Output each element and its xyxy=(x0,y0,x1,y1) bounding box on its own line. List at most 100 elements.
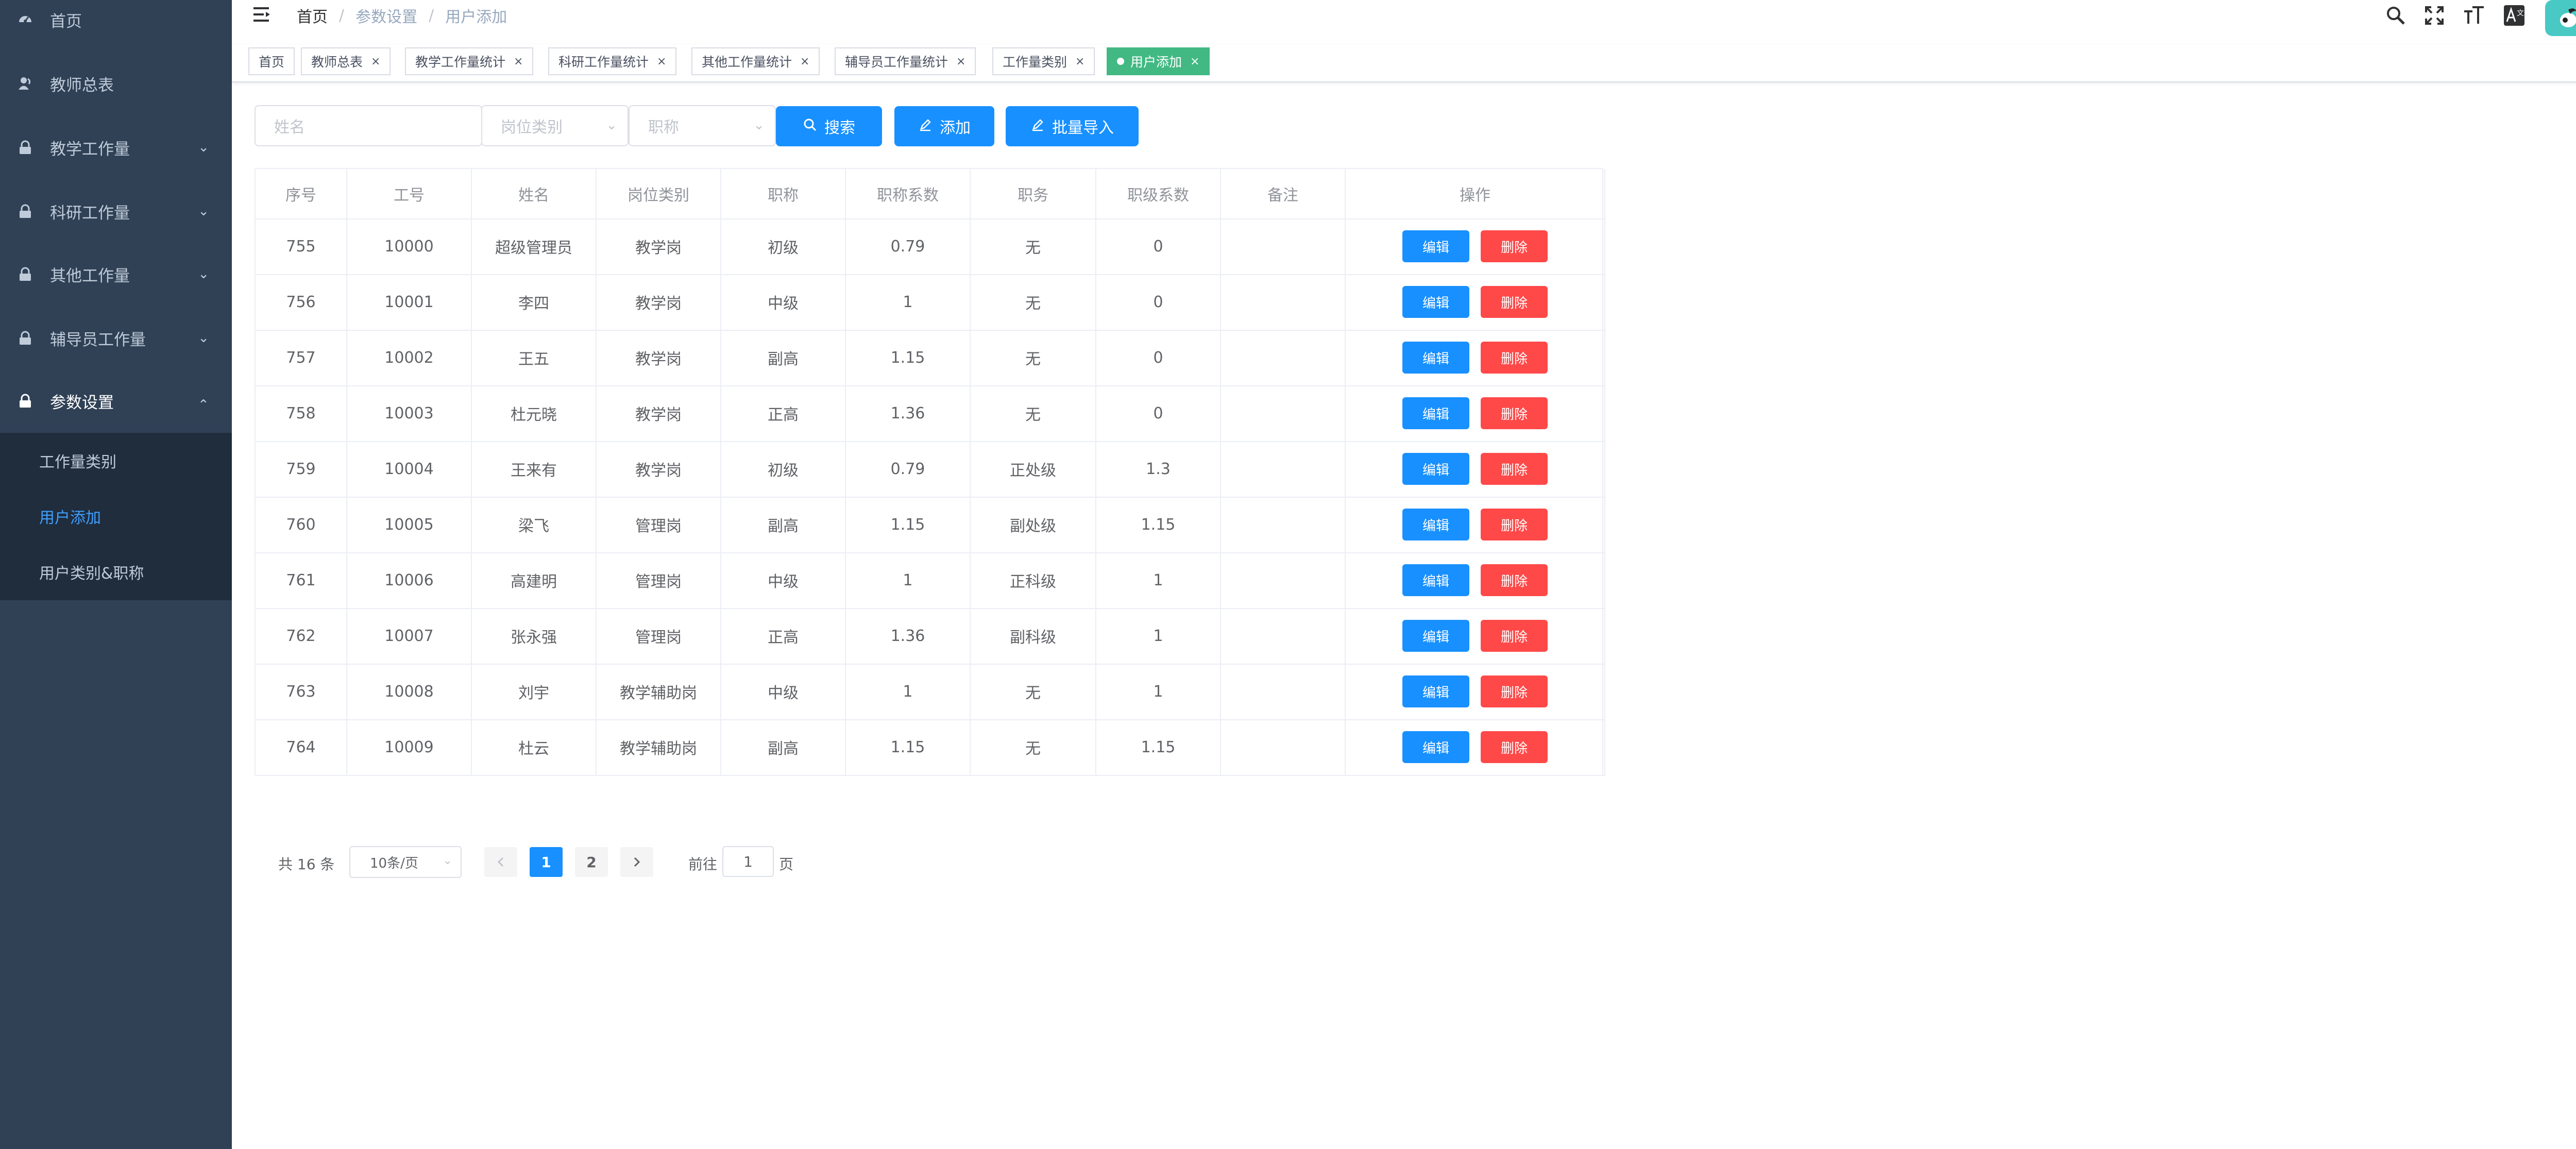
prev-page-button[interactable] xyxy=(484,847,517,877)
table-row: 759 10004 王来有 教学岗 初级 0.79 正处级 1.3 编辑 删除 xyxy=(256,441,1605,498)
sidebar-item-research-workload[interactable]: 科研工作量 ⌄ xyxy=(0,179,232,243)
batch-import-button[interactable]: 批量导入 xyxy=(1006,106,1139,146)
edit-button[interactable]: 编辑 xyxy=(1402,509,1469,540)
cell-rank-coefficient: 1.15 xyxy=(1096,719,1221,775)
avatar[interactable] xyxy=(2545,0,2576,36)
lock-icon xyxy=(17,330,33,346)
user-table: 序号 工号 姓名 岗位类别 职称 职称系数 职务 职级系数 备注 操作 755 1… xyxy=(255,168,1605,776)
tag-research-stats[interactable]: 科研工作量统计 × xyxy=(548,47,677,75)
close-icon[interactable]: × xyxy=(1190,55,1199,68)
hamburger-icon[interactable] xyxy=(252,5,273,26)
lock-icon xyxy=(17,393,33,409)
table-row: 762 10007 张永强 管理岗 正高 1.36 副科级 1 编辑 删除 xyxy=(256,608,1605,665)
tag-teacher-table[interactable]: 教师总表 × xyxy=(301,47,391,75)
breadcrumb-item-home[interactable]: 首页 xyxy=(297,4,328,27)
add-button[interactable]: 添加 xyxy=(894,106,994,146)
edit-button[interactable]: 编辑 xyxy=(1402,453,1469,485)
page-button-1[interactable]: 1 xyxy=(530,847,563,877)
close-icon[interactable]: × xyxy=(956,55,965,68)
cell-post: 正处级 xyxy=(971,441,1096,497)
cell-rank-coefficient: 0 xyxy=(1096,330,1221,385)
tag-workload-category[interactable]: 工作量类别 × xyxy=(992,47,1095,75)
cell-rank-coefficient: 1 xyxy=(1096,664,1221,719)
tag-counselor-stats[interactable]: 辅导员工作量统计 × xyxy=(835,47,976,75)
delete-button[interactable]: 删除 xyxy=(1481,564,1548,596)
goto-unit-label: 页 xyxy=(779,856,794,873)
language-icon[interactable]: 文 xyxy=(2503,4,2526,27)
cell-remark xyxy=(1221,497,1346,552)
page-button-2[interactable]: 2 xyxy=(575,847,608,877)
page-size-select[interactable]: 10条/页 ⌄ xyxy=(349,846,462,878)
close-icon[interactable]: × xyxy=(514,55,523,68)
sidebar-item-parameter-settings[interactable]: 参数设置 ⌄ xyxy=(0,369,232,433)
cell-name: 王来有 xyxy=(472,441,597,497)
cell-title: 初级 xyxy=(721,218,846,274)
cell-position-category: 教学辅助岗 xyxy=(597,719,721,775)
cell-name: 超级管理员 xyxy=(472,218,597,274)
cell-title-coefficient: 1.36 xyxy=(846,608,971,664)
add-button-label: 添加 xyxy=(940,119,971,137)
edit-button[interactable]: 编辑 xyxy=(1402,342,1469,374)
sidebar-item-teacher-table[interactable]: 教师总表 xyxy=(0,52,232,115)
tag-teaching-stats[interactable]: 教学工作量统计 × xyxy=(405,47,534,75)
close-icon[interactable]: × xyxy=(371,55,380,68)
edit-button[interactable]: 编辑 xyxy=(1402,397,1469,429)
cell-post: 无 xyxy=(971,719,1096,775)
sidebar-item-label: 科研工作量 xyxy=(50,204,130,223)
delete-button[interactable]: 删除 xyxy=(1481,397,1548,429)
sidebar-item-teaching-workload[interactable]: 教学工作量 ⌄ xyxy=(0,115,232,179)
edit-button[interactable]: 编辑 xyxy=(1402,230,1469,262)
delete-button[interactable]: 删除 xyxy=(1481,620,1548,652)
close-icon[interactable]: × xyxy=(1075,55,1084,68)
submenu-item-workload-category[interactable]: 工作量类别 xyxy=(0,433,232,488)
font-size-icon[interactable] xyxy=(2463,4,2485,27)
tag-label: 工作量类别 xyxy=(1003,55,1067,70)
cell-staff-id: 10004 xyxy=(347,441,472,497)
close-icon[interactable]: × xyxy=(800,55,809,68)
edit-button[interactable]: 编辑 xyxy=(1402,564,1469,596)
delete-button[interactable]: 删除 xyxy=(1481,675,1548,707)
cell-title-coefficient: 1.15 xyxy=(846,497,971,552)
next-page-button[interactable] xyxy=(620,847,653,877)
cell-title-coefficient: 1.15 xyxy=(846,719,971,775)
cell-name: 李四 xyxy=(472,274,597,330)
cell-name: 王五 xyxy=(472,330,597,385)
position-category-select[interactable]: 岗位类别 ⌄ xyxy=(481,105,629,146)
delete-button[interactable]: 删除 xyxy=(1481,453,1548,485)
fullscreen-icon[interactable] xyxy=(2423,4,2446,27)
submenu-item-user-category-title[interactable]: 用户类别&职称 xyxy=(0,544,232,600)
title-select[interactable]: 职称 ⌄ xyxy=(629,105,776,146)
column-header: 姓名 xyxy=(472,169,597,218)
delete-button[interactable]: 删除 xyxy=(1481,286,1548,318)
edit-button[interactable]: 编辑 xyxy=(1402,286,1469,318)
tag-other-stats[interactable]: 其他工作量统计 × xyxy=(691,47,820,75)
delete-button[interactable]: 删除 xyxy=(1481,509,1548,540)
tag-user-add[interactable]: 用户添加 × xyxy=(1107,47,1210,75)
cell-title-coefficient: 1 xyxy=(846,664,971,719)
close-icon[interactable]: × xyxy=(657,55,666,68)
submenu-item-user-add[interactable]: 用户添加 xyxy=(0,488,232,544)
goto-label: 前往 xyxy=(688,856,718,873)
cell-operations: 编辑 删除 xyxy=(1346,497,1605,552)
search-icon[interactable] xyxy=(2384,4,2407,27)
tag-home[interactable]: 首页 xyxy=(248,47,295,75)
sidebar-item-label: 参数设置 xyxy=(50,393,114,412)
cell-title-coefficient: 1 xyxy=(846,274,971,330)
dashboard-icon xyxy=(17,11,33,28)
cell-rank-coefficient: 0 xyxy=(1096,218,1221,274)
cell-post: 副处级 xyxy=(971,497,1096,552)
edit-button[interactable]: 编辑 xyxy=(1402,675,1469,707)
edit-button[interactable]: 编辑 xyxy=(1402,731,1469,763)
delete-button[interactable]: 删除 xyxy=(1481,342,1548,374)
edit-button[interactable]: 编辑 xyxy=(1402,620,1469,652)
delete-button[interactable]: 删除 xyxy=(1481,731,1548,763)
goto-page-input[interactable]: 1 xyxy=(722,846,774,877)
search-button[interactable]: 搜索 xyxy=(776,106,882,146)
sidebar-item-other-workload[interactable]: 其他工作量 ⌄ xyxy=(0,242,232,306)
breadcrumb-separator: / xyxy=(429,6,434,25)
sidebar-item-counselor-workload[interactable]: 辅导员工作量 ⌄ xyxy=(0,306,232,370)
delete-button[interactable]: 删除 xyxy=(1481,230,1548,262)
name-input[interactable]: 姓名 xyxy=(255,105,482,146)
sidebar-item-home[interactable]: 首页 xyxy=(0,0,232,52)
cell-rank-coefficient: 1 xyxy=(1096,608,1221,664)
